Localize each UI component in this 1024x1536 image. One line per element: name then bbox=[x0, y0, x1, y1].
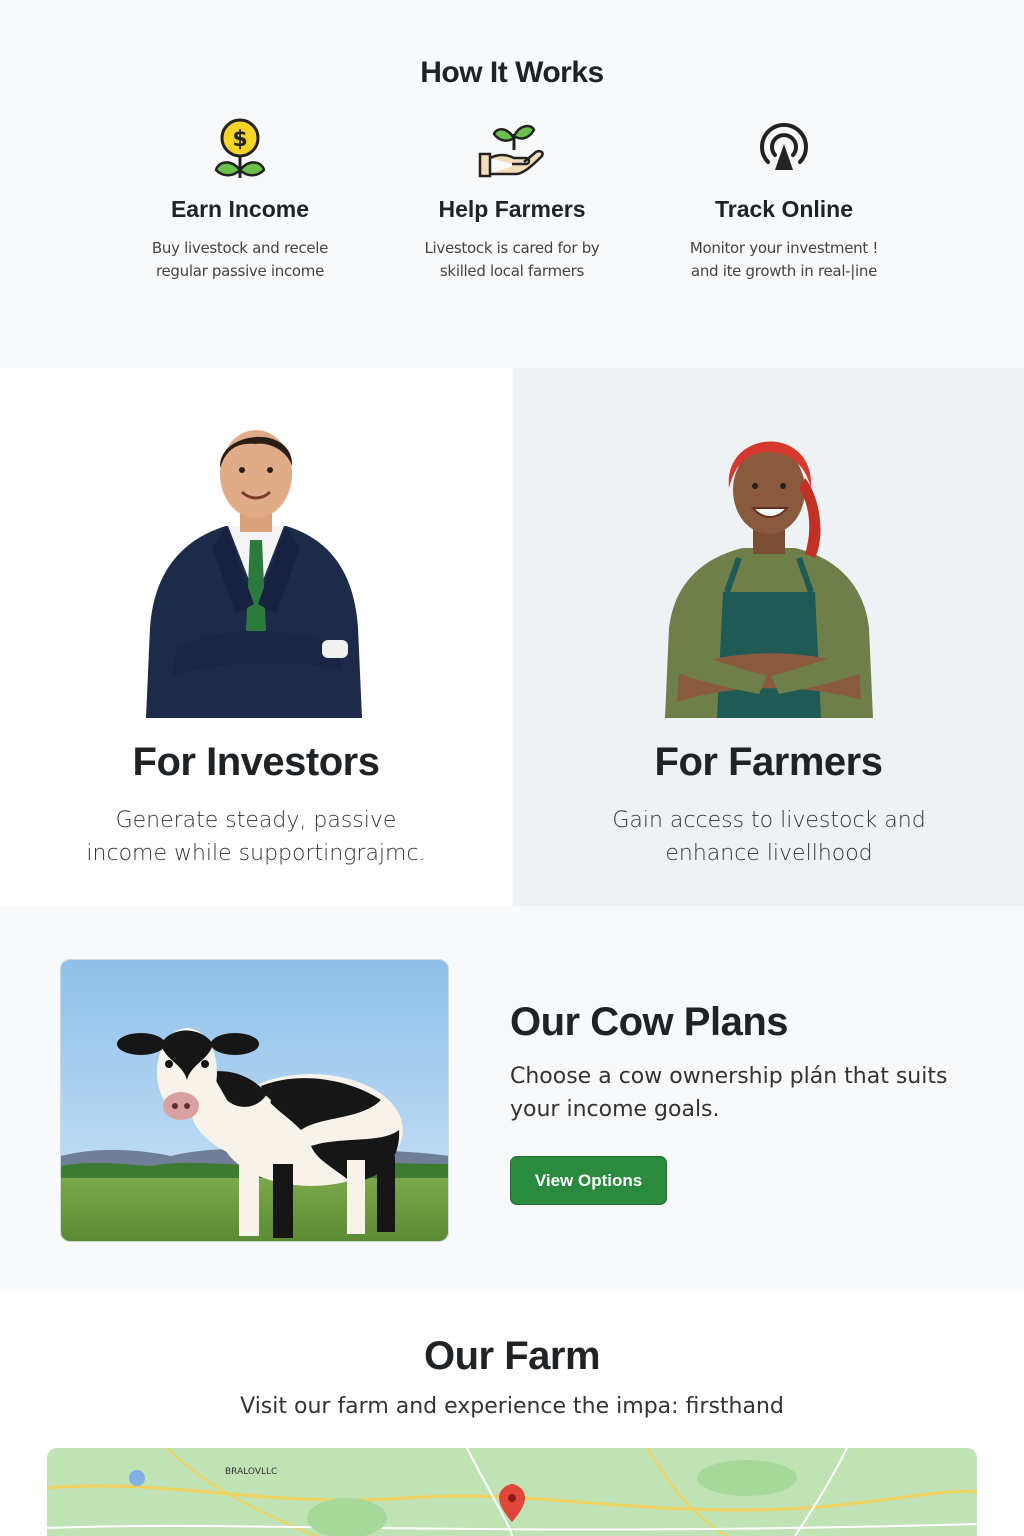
svg-text:$: $ bbox=[232, 127, 247, 152]
feature-earn-income: $ Earn Income Buy livestock and recele re… bbox=[110, 118, 370, 283]
investors-description: Generate steady, passive income while sup… bbox=[86, 808, 426, 866]
farmers-title: For Farmers bbox=[654, 740, 883, 784]
map-label: BRALOVLLC bbox=[225, 1467, 277, 1477]
our-farm-section: Our Farm Visit our farm and experience t… bbox=[0, 1290, 1024, 1536]
feature-title: Earn Income bbox=[170, 196, 310, 222]
how-it-works-section: How It Works $ Earn Income Buy livestock… bbox=[0, 0, 1024, 368]
farm-subtitle: Visit our farm and experience the impa: … bbox=[240, 1394, 784, 1419]
hand-sprout-icon bbox=[478, 124, 544, 178]
feature-title: Track Online bbox=[714, 196, 854, 222]
plans-description: Choose a cow ownership plán that suits yo… bbox=[510, 1064, 948, 1122]
farm-title: Our Farm bbox=[423, 1334, 601, 1378]
feature-description: Monitor your investment ! and ite growth … bbox=[689, 239, 879, 280]
feature-title: Help Farmers bbox=[438, 196, 586, 222]
farmers-panel: For Farmers Gain access to livestock and… bbox=[513, 368, 1024, 906]
signal-tower-icon bbox=[760, 122, 808, 170]
feature-description: Buy livestock and recele regular passive … bbox=[151, 239, 329, 280]
view-options-button[interactable]: View Options bbox=[510, 1156, 667, 1205]
investor-portrait bbox=[146, 430, 362, 718]
investors-panel: For Investors Generate steady, passive in… bbox=[0, 368, 512, 906]
farmer-portrait bbox=[665, 441, 873, 718]
cow-plans-section: Our Cow Plans Choose a cow ownership plá… bbox=[0, 906, 1024, 1290]
farmers-description: Gain access to livestock and enhance live… bbox=[612, 808, 926, 866]
investors-title: For Investors bbox=[132, 740, 380, 784]
plans-title: Our Cow Plans bbox=[510, 1000, 789, 1044]
feature-help-farmers: Help Farmers Livestock is cared for by sk… bbox=[382, 118, 642, 283]
feature-description: Livestock is cared for by skilled local f… bbox=[424, 239, 600, 280]
farm-map[interactable]: BRALOVLLC bbox=[47, 1448, 977, 1536]
section-title: How It Works bbox=[420, 56, 604, 89]
money-plant-icon: $ bbox=[214, 118, 266, 178]
feature-track-online: Track Online Monitor your investment ! an… bbox=[654, 118, 914, 283]
cow-image bbox=[60, 959, 449, 1242]
